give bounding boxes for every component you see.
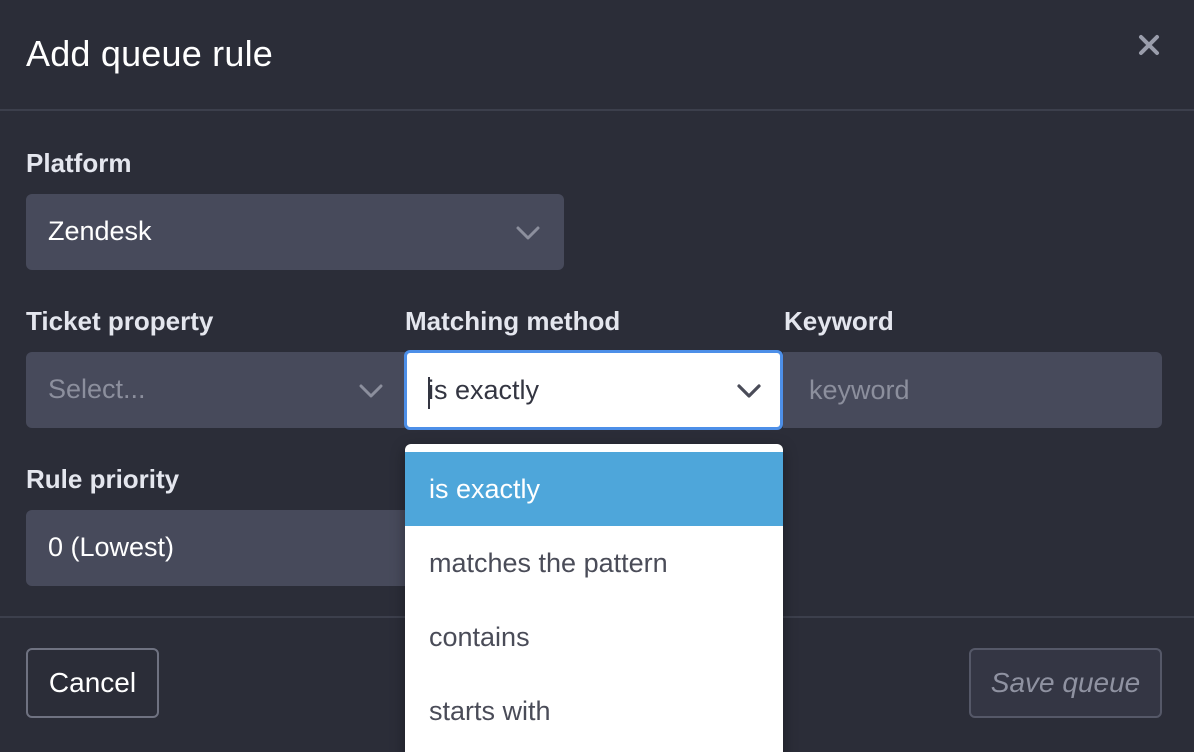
modal-title: Add queue rule	[26, 33, 273, 74]
matching-method-value: is exactly	[428, 375, 540, 405]
chevron-down-icon	[513, 218, 543, 248]
dropdown-option-starts-with[interactable]: starts with	[405, 674, 783, 748]
matching-method-dropdown: is exactly matches the pattern contains …	[405, 444, 783, 752]
platform-value: Zendesk	[48, 216, 152, 246]
matching-method-select[interactable]: is exactly	[404, 350, 783, 430]
ticket-property-placeholder: Select...	[48, 374, 146, 404]
rule-priority-label: Rule priority	[26, 464, 180, 494]
dropdown-option-contains[interactable]: contains	[405, 600, 783, 674]
chevron-down-icon	[734, 376, 764, 406]
save-queue-button[interactable]: Save queue	[969, 648, 1162, 718]
ticket-property-select[interactable]: Select...	[26, 352, 406, 428]
platform-select[interactable]: Zendesk	[26, 194, 564, 270]
modal-header: Add queue rule	[0, 0, 1194, 111]
keyword-input[interactable]	[783, 352, 1162, 428]
ticket-property-label: Ticket property	[26, 306, 214, 336]
rule-priority-value: 0 (Lowest)	[48, 532, 175, 562]
dropdown-option-matches-the-pattern[interactable]: matches the pattern	[405, 526, 783, 600]
keyword-label: Keyword	[784, 306, 894, 336]
chevron-down-icon	[356, 376, 386, 406]
matching-method-label: Matching method	[405, 306, 621, 336]
dropdown-option-is-exactly[interactable]: is exactly	[405, 452, 783, 526]
platform-label: Platform	[26, 148, 132, 178]
rule-priority-select[interactable]: 0 (Lowest)	[26, 510, 426, 586]
cancel-button[interactable]: Cancel	[26, 648, 159, 718]
close-icon[interactable]	[1130, 26, 1168, 64]
add-queue-rule-modal: Add queue rule Platform Zendesk Ticket p…	[0, 0, 1194, 752]
